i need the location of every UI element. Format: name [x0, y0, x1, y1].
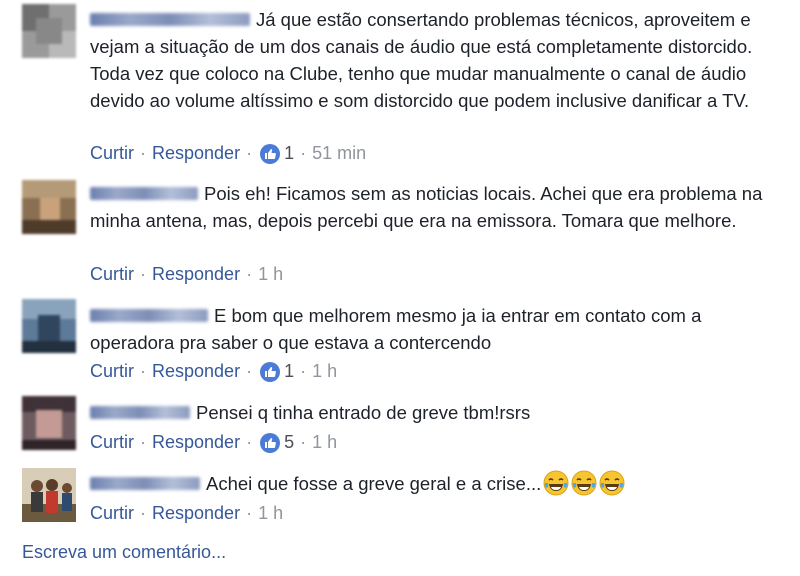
timestamp[interactable]: 1 h: [312, 361, 337, 382]
author-name[interactable]: [90, 476, 200, 490]
avatar[interactable]: [22, 396, 76, 450]
reply-link[interactable]: Responder: [152, 503, 240, 524]
author-name[interactable]: [90, 405, 190, 419]
write-comment-input[interactable]: Escreva um comentário...: [22, 542, 226, 563]
laughing-tears-emoji: [543, 470, 569, 496]
comment-actions: Curtir · Responder · 1 h: [90, 264, 284, 285]
comment-actions: Curtir · Responder · 1 h: [90, 503, 284, 524]
comment-actions: Curtir · Responder · 1 · 51 min: [90, 143, 367, 164]
like-link[interactable]: Curtir: [90, 503, 134, 524]
like-link[interactable]: Curtir: [90, 432, 134, 453]
avatar[interactable]: [22, 4, 76, 58]
avatar[interactable]: [22, 468, 76, 522]
reply-link[interactable]: Responder: [152, 361, 240, 382]
avatar[interactable]: [22, 299, 76, 353]
comment-text: E bom que melhorem mesmo ja ia entrar em…: [90, 305, 702, 353]
timestamp[interactable]: 1 h: [312, 432, 337, 453]
comment-actions: Curtir · Responder · 1 · 1 h: [90, 361, 338, 382]
timestamp[interactable]: 1 h: [258, 264, 283, 285]
comment-text: Pensei q tinha entrado de greve tbm!rsrs: [90, 399, 780, 426]
reaction-count[interactable]: 5: [284, 432, 294, 453]
timestamp[interactable]: 1 h: [258, 503, 283, 524]
timestamp[interactable]: 51 min: [312, 143, 366, 164]
like-thumb-icon[interactable]: [260, 361, 281, 382]
like-thumb-icon[interactable]: [260, 432, 281, 453]
comment-actions: Curtir · Responder · 5 · 1 h: [90, 432, 338, 453]
like-link[interactable]: Curtir: [90, 264, 134, 285]
reply-link[interactable]: Responder: [152, 264, 240, 285]
like-link[interactable]: Curtir: [90, 361, 134, 382]
laughing-tears-emoji: [599, 470, 625, 496]
comment-text: Pois eh! Ficamos sem as noticias locais.…: [90, 183, 763, 231]
like-thumb-icon[interactable]: [260, 143, 281, 164]
reaction-count[interactable]: 1: [284, 143, 294, 164]
laughing-tears-emoji: [571, 470, 597, 496]
reaction-count[interactable]: 1: [284, 361, 294, 382]
author-name[interactable]: [90, 12, 250, 26]
reply-link[interactable]: Responder: [152, 432, 240, 453]
comment-text: Achei que fosse a greve geral e a crise.…: [90, 470, 780, 498]
like-link[interactable]: Curtir: [90, 143, 134, 164]
reply-link[interactable]: Responder: [152, 143, 240, 164]
avatar[interactable]: [22, 180, 76, 234]
comment-text: Já que estão consertando problemas técni…: [90, 9, 753, 111]
author-name[interactable]: [90, 308, 208, 322]
author-name[interactable]: [90, 186, 198, 200]
